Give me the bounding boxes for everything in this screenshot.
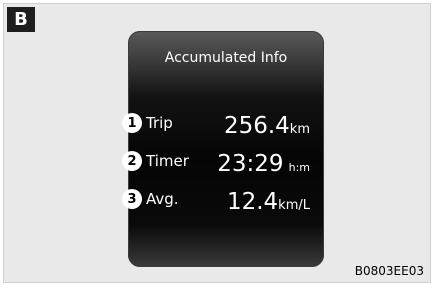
avg-label: Avg. bbox=[146, 190, 179, 208]
avg-value: 12.4km/L bbox=[227, 189, 310, 215]
display-title: Accumulated Info bbox=[164, 50, 288, 66]
trip-value: 256.4km bbox=[224, 113, 310, 139]
trip-unit: km bbox=[289, 122, 310, 137]
timer-number: 23:29 bbox=[217, 151, 284, 177]
callout-badge-1: 1 bbox=[122, 113, 142, 133]
figure-label: B bbox=[7, 7, 35, 32]
cluster-display: Accumulated Info 1 Trip 256.4km 2 Timer … bbox=[122, 31, 324, 267]
callout-badge-2: 2 bbox=[122, 151, 142, 171]
avg-number: 12.4 bbox=[226, 189, 279, 215]
avg-unit: km/L bbox=[278, 198, 310, 213]
timer-unit: h:m bbox=[288, 161, 310, 174]
callout-badge-3: 3 bbox=[122, 189, 142, 209]
trip-number: 256.4 bbox=[223, 113, 290, 139]
trip-row: 1 Trip 256.4km bbox=[122, 111, 324, 139]
timer-value: 23:29 h:m bbox=[217, 151, 310, 177]
timer-row: 2 Timer 23:29 h:m bbox=[122, 149, 324, 177]
trip-label: Trip bbox=[146, 114, 173, 132]
avg-row: 3 Avg. 12.4km/L bbox=[122, 187, 324, 215]
figure-frame: B Accumulated Info 1 Trip 256.4km 2 Time… bbox=[3, 3, 431, 283]
timer-label: Timer bbox=[146, 152, 189, 170]
figure-code: B0803EE03 bbox=[354, 264, 424, 278]
